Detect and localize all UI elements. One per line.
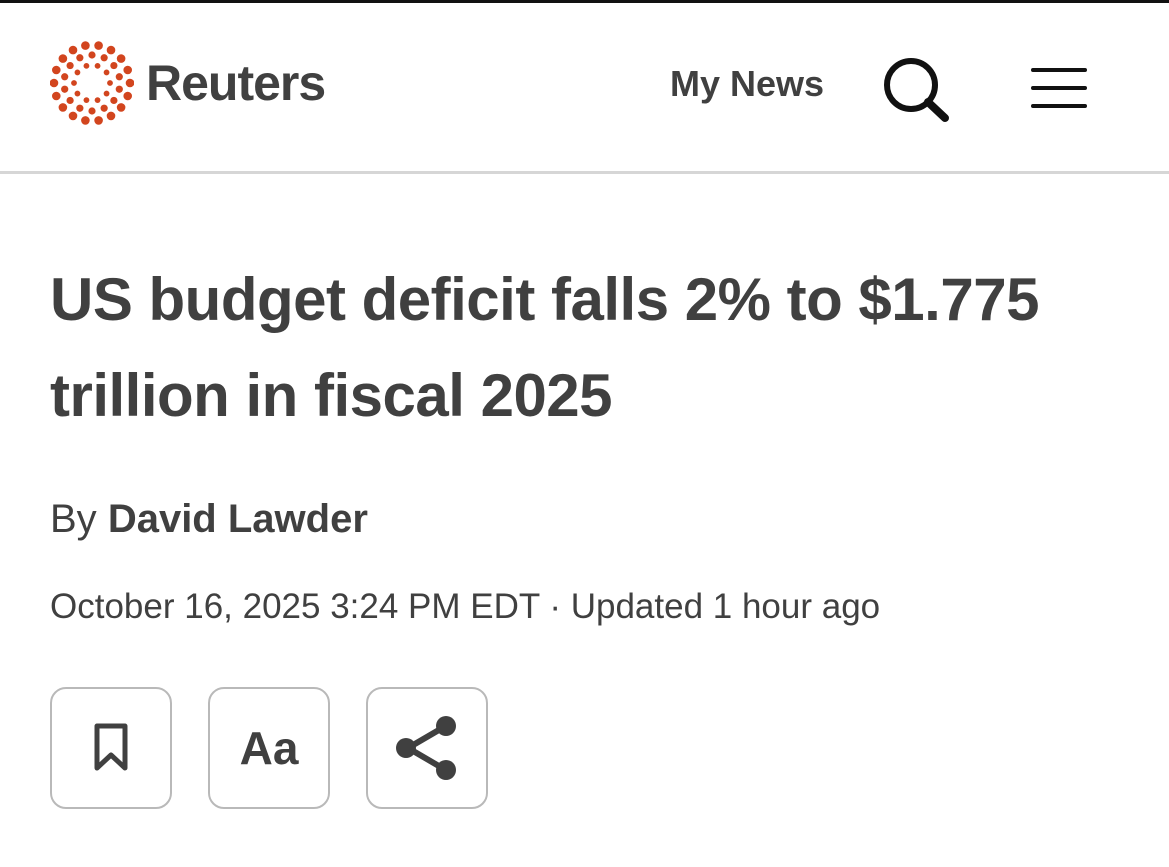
logo-dot: [66, 96, 74, 105]
logo-dot: [58, 103, 68, 112]
logo-dot: [66, 61, 74, 70]
logo-dot: [123, 91, 133, 101]
bookmark-icon: [94, 723, 128, 771]
logo-dot: [61, 85, 69, 93]
logo-dot: [83, 97, 90, 104]
article-headline: US budget deficit falls 2% to $1.775 tri…: [50, 266, 1039, 429]
logo-dot: [103, 90, 110, 97]
logo-dot: [68, 111, 78, 121]
text-size-icon: Aa: [239, 722, 299, 774]
text-size-button[interactable]: Aa: [208, 687, 330, 809]
article-actions: Aa: [50, 687, 488, 809]
logo-dot: [115, 73, 123, 81]
logo-dot: [50, 78, 59, 88]
author-link[interactable]: David Lawder: [108, 497, 368, 541]
logo-dot: [74, 69, 81, 76]
reuters-logo[interactable]: Reuters: [50, 41, 326, 125]
logo-dot: [110, 96, 118, 105]
logo-text: Reuters: [146, 55, 326, 111]
bookmark-button[interactable]: [50, 687, 172, 809]
logo-dot: [61, 73, 69, 81]
logo-dot: [83, 62, 90, 69]
logo-dot: [81, 41, 90, 50]
logo-dot: [123, 65, 133, 75]
logo-dot: [74, 90, 81, 97]
logo-dot: [94, 62, 101, 69]
logo-dot: [51, 65, 61, 75]
logo-dot: [103, 69, 110, 76]
logo-dot: [116, 103, 126, 112]
logo-dot: [68, 45, 78, 55]
logo-dot: [94, 41, 103, 50]
logo-dot: [88, 107, 96, 115]
logo-dot: [76, 54, 84, 62]
logo-dot: [76, 104, 84, 112]
logo-dot: [125, 78, 134, 88]
reuters-logo-mark-icon: [50, 41, 134, 125]
logo-dot: [94, 97, 101, 104]
hamburger-menu-icon: [1031, 68, 1087, 108]
search-icon: [884, 58, 949, 122]
logo-dot: [58, 54, 68, 63]
article-dateline: October 16, 2025 3:24 PM EDT · Updated 1…: [50, 587, 881, 626]
byline: By David Lawder: [50, 497, 368, 541]
logo-dot: [94, 116, 103, 125]
logo-dot: [107, 80, 113, 86]
header-divider: [0, 171, 1169, 174]
logo-dot: [110, 61, 118, 70]
logo-dot: [115, 85, 123, 93]
logo-dot: [106, 111, 116, 121]
search-button[interactable]: [882, 56, 952, 124]
logo-dot: [71, 80, 77, 86]
byline-prefix: By: [50, 497, 97, 541]
logo-dot: [116, 54, 126, 63]
my-news-link[interactable]: My News: [670, 66, 824, 102]
share-button[interactable]: [366, 687, 488, 809]
menu-button[interactable]: [1030, 66, 1088, 110]
logo-dot: [106, 45, 116, 55]
logo-dot: [51, 91, 61, 101]
logo-dot: [81, 116, 90, 125]
logo-dot: [100, 104, 108, 112]
logo-dot: [88, 51, 96, 59]
logo-dot: [100, 54, 108, 62]
share-icon: [396, 716, 456, 780]
